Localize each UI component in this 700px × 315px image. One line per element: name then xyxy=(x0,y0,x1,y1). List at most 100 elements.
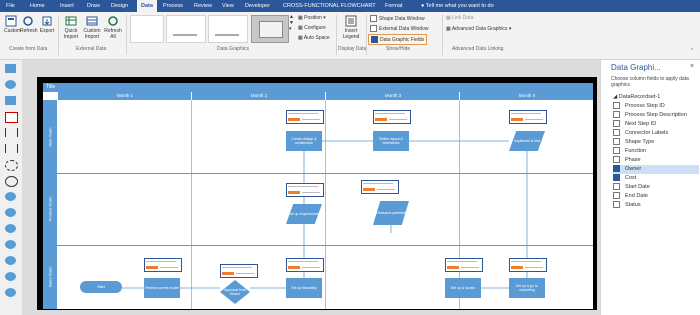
shape-circle-icon[interactable] xyxy=(5,240,16,249)
tab-home[interactable]: Home xyxy=(30,0,45,12)
data-graphic-option-selected[interactable] xyxy=(251,15,289,43)
field-process-step-description[interactable]: Process Step Description xyxy=(613,111,699,120)
shape-circle-icon[interactable] xyxy=(5,192,16,201)
close-icon[interactable]: × xyxy=(690,63,694,70)
data-graphic-callout[interactable] xyxy=(286,183,324,197)
field-phase[interactable]: Phase xyxy=(613,156,699,165)
field-function[interactable]: Function xyxy=(613,147,699,156)
shape-data-window-checkbox[interactable]: Shape Data Window xyxy=(370,15,425,22)
shape-bracket-icon[interactable] xyxy=(5,144,18,153)
shape-dashed-circle-icon[interactable] xyxy=(5,160,18,171)
data-graphic-callout[interactable] xyxy=(286,258,324,272)
custom-button[interactable]: Custom xyxy=(4,15,21,34)
field-label: Owner xyxy=(625,166,642,172)
ribbon-separator xyxy=(366,15,367,55)
advanced-data-graphics-button[interactable]: ▦ Advanced Data Graphics ▾ xyxy=(446,26,511,32)
data-graphic-callout[interactable] xyxy=(509,110,547,124)
shape-circle-icon[interactable] xyxy=(5,288,16,297)
link-data-label: Link Data xyxy=(452,15,474,21)
collapse-ribbon-icon[interactable]: ⌃ xyxy=(690,48,694,54)
data-graphic-option-2[interactable] xyxy=(208,15,248,43)
cost-bar xyxy=(222,272,234,275)
export-button[interactable]: Export xyxy=(39,15,55,34)
position-dropdown[interactable]: ▦ Position ▾ xyxy=(298,15,326,21)
field-start-date[interactable]: Start Date xyxy=(613,183,699,192)
field-owner[interactable]: Owner xyxy=(613,165,699,174)
tab-format[interactable]: Format xyxy=(385,0,402,12)
tab-view[interactable]: View xyxy=(222,0,234,12)
shape-circle-outline-icon[interactable] xyxy=(5,176,18,187)
tab-cross-functional-flowchart[interactable]: CROSS-FUNCTIONAL FLOWCHART xyxy=(283,0,376,12)
shape-rectangle-icon[interactable] xyxy=(5,64,16,73)
data-graphic-callout[interactable] xyxy=(220,264,258,278)
process-shape[interactable]: Set up & launch xyxy=(445,278,481,298)
refresh-button[interactable]: Refresh xyxy=(20,15,38,34)
data-graphic-fields-checkbox[interactable]: Data Graphic Fields xyxy=(368,34,428,45)
field-label: Phase xyxy=(625,157,641,163)
custom-import-button[interactable]: Custom Import xyxy=(82,15,102,40)
tell-me-box[interactable]: ● Tell me what you want to do xyxy=(421,0,494,12)
tab-file[interactable]: File xyxy=(6,0,15,12)
table-import-icon xyxy=(86,16,98,26)
data-graphic-option-none[interactable] xyxy=(130,15,164,43)
recordset-group[interactable]: ◢ DataRecordset-1 xyxy=(613,94,660,100)
shape-bracket-icon[interactable] xyxy=(5,128,18,137)
cost-bar xyxy=(146,266,158,269)
field-connector-labels[interactable]: Connector Labels xyxy=(613,129,699,138)
configure-button[interactable]: ▦ Configure xyxy=(298,25,326,31)
auto-space-button[interactable]: ▦ Auto Space xyxy=(298,35,330,41)
field-end-date[interactable]: End Date xyxy=(613,192,699,201)
link-data-button[interactable]: ▦ Link Data xyxy=(446,15,473,21)
group-label-display-data: Display Data xyxy=(338,46,367,52)
data-graphic-callout[interactable] xyxy=(445,258,483,272)
refresh-all-icon xyxy=(108,16,118,26)
tab-process[interactable]: Process xyxy=(163,0,183,12)
process-shape[interactable]: Set up & go to marketing xyxy=(509,278,545,298)
shape-circle-icon[interactable] xyxy=(5,224,16,233)
data-graphic-option-1[interactable] xyxy=(166,15,206,43)
process-shape[interactable]: Set up feasibility xyxy=(286,278,322,298)
cost-bar xyxy=(447,266,459,269)
pane-title: Data Graphi... xyxy=(611,63,661,72)
field-status[interactable]: Status xyxy=(613,201,699,210)
shape-circle-icon[interactable] xyxy=(5,256,16,265)
gallery-scroll-arrows[interactable]: ▲ ▼ ▾ xyxy=(289,14,294,32)
callout-text-line xyxy=(511,113,541,114)
field-next-step-id[interactable]: Next Step ID xyxy=(613,120,699,129)
shape-process-icon[interactable] xyxy=(5,96,16,105)
process-shape[interactable]: Create design & architecture xyxy=(286,131,322,151)
cost-bar xyxy=(511,118,523,121)
tab-review[interactable]: Review xyxy=(194,0,212,12)
shape-circle-icon[interactable] xyxy=(5,80,16,89)
field-cost[interactable]: Cost xyxy=(613,174,699,183)
shape-outline-icon[interactable] xyxy=(5,112,18,123)
callout-text-line xyxy=(363,183,393,184)
external-data-window-checkbox[interactable]: External Data Window xyxy=(370,25,428,32)
insert-legend-button[interactable]: Insert Legend xyxy=(340,15,362,40)
tab-developer[interactable]: Developer xyxy=(245,0,270,12)
process-shape[interactable]: Refine layout & wireframes xyxy=(373,131,409,151)
refresh-icon xyxy=(23,16,33,26)
data-graphic-callout[interactable] xyxy=(144,258,182,272)
shape-circle-icon[interactable] xyxy=(5,208,16,217)
field-label: Shape Type xyxy=(625,139,655,145)
field-process-step-id[interactable]: Process Step ID xyxy=(613,102,699,111)
start-terminator-shape[interactable]: Start xyxy=(80,281,122,293)
refresh-all-button[interactable]: Refresh All xyxy=(104,15,122,40)
data-graphic-callout[interactable] xyxy=(361,180,399,194)
process-shape[interactable]: Review current model xyxy=(144,278,180,298)
ribbon-separator xyxy=(442,15,443,55)
tab-design[interactable]: Design xyxy=(111,0,128,12)
callout-text-line xyxy=(375,113,405,114)
tab-draw[interactable]: Draw xyxy=(87,0,100,12)
tab-insert[interactable]: Insert xyxy=(60,0,74,12)
tab-data[interactable]: Data xyxy=(137,0,157,12)
cross-functional-flowchart[interactable]: Title Month 1 Month 2 Month 3 Month 4 We… xyxy=(43,83,593,309)
callout-text-line xyxy=(288,261,318,262)
quick-import-button[interactable]: Quick Import xyxy=(62,15,80,40)
data-graphic-callout[interactable] xyxy=(373,110,411,124)
field-shape-type[interactable]: Shape Type xyxy=(613,138,699,147)
shape-circle-icon[interactable] xyxy=(5,272,16,281)
data-graphic-callout[interactable] xyxy=(286,110,324,124)
data-graphic-callout[interactable] xyxy=(509,258,547,272)
